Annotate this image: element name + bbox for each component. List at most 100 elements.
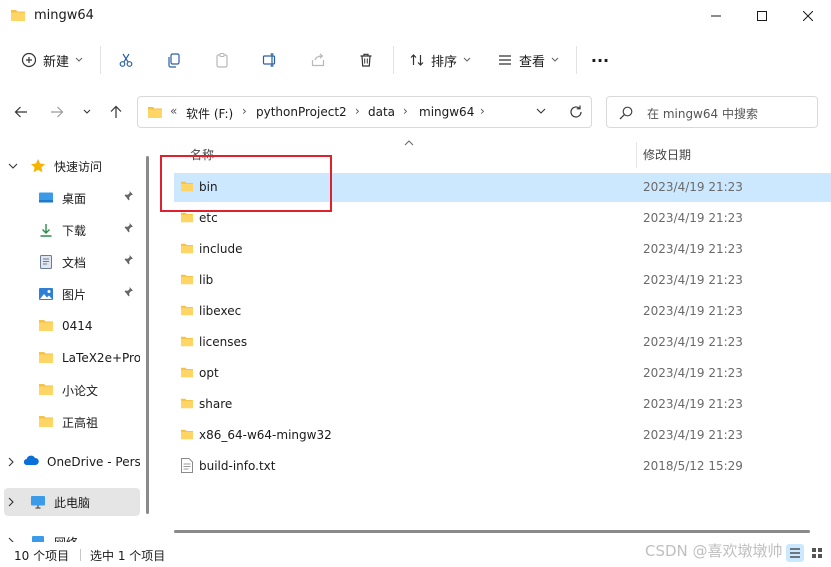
details-view-icon — [789, 547, 801, 559]
column-header-date[interactable]: 修改日期 — [643, 146, 691, 163]
file-row-licenses[interactable]: licenses 2023/4/19 21:23 — [174, 328, 831, 357]
view-button[interactable]: 查看 — [490, 44, 566, 76]
delete-button[interactable] — [350, 44, 382, 76]
details-view-button[interactable] — [786, 544, 804, 562]
folder-icon — [147, 105, 163, 119]
nav-item-pictures[interactable]: 图片 — [0, 280, 140, 308]
nav-onedrive[interactable]: OneDrive - Pers — [0, 448, 140, 476]
folder-icon — [180, 366, 194, 378]
file-date: 2018/5/12 15:29 — [643, 459, 743, 473]
rename-button[interactable] — [254, 44, 286, 76]
file-name: build-info.txt — [199, 459, 276, 473]
file-date: 2023/4/19 21:23 — [643, 304, 743, 318]
close-button[interactable] — [785, 0, 831, 32]
nav-quick-access[interactable]: 快速访问 — [0, 152, 140, 180]
nav-label: 小论文 — [62, 383, 99, 398]
file-row-include[interactable]: include 2023/4/19 21:23 — [174, 235, 831, 264]
file-date: 2023/4/19 21:23 — [643, 180, 743, 194]
pin-icon[interactable] — [122, 222, 134, 234]
file-date: 2023/4/19 21:23 — [643, 366, 743, 380]
watermark: CSDN @喜欢墩墩帅 — [645, 542, 783, 560]
maximize-button[interactable] — [739, 0, 785, 32]
trash-icon — [358, 52, 374, 68]
search-box[interactable]: 在 mingw64 中搜索 — [606, 96, 818, 128]
toolbar-divider — [100, 46, 101, 74]
nav-item-draft[interactable]: 正高祖 — [0, 408, 140, 436]
file-row-lib[interactable]: lib 2023/4/19 21:23 — [174, 266, 831, 295]
breadcrumb-drive[interactable]: 软件 (F:) — [186, 105, 233, 122]
folder-icon — [180, 242, 194, 254]
share-button[interactable] — [302, 44, 334, 76]
back-button[interactable] — [8, 98, 34, 126]
up-button[interactable] — [103, 98, 129, 126]
nav-item-desktop[interactable]: 桌面 — [0, 184, 140, 212]
pin-icon[interactable] — [122, 254, 134, 266]
file-row-build-info[interactable]: build-info.txt 2018/5/12 15:29 — [174, 452, 831, 481]
chevron-right-icon[interactable] — [8, 497, 22, 507]
file-name: opt — [199, 366, 219, 380]
search-placeholder: 在 mingw64 中搜索 — [647, 107, 758, 121]
nav-item-0414[interactable]: 0414 — [0, 312, 140, 340]
minimize-button[interactable] — [693, 0, 739, 32]
chevron-right-icon[interactable] — [8, 457, 15, 467]
nav-this-pc[interactable]: 此电脑 — [4, 488, 140, 516]
forward-button[interactable] — [44, 98, 70, 126]
breadcrumb-separator: › — [355, 104, 360, 118]
highlight-annotation — [160, 155, 332, 212]
item-count: 10 个项目 — [14, 549, 70, 563]
file-name: libexec — [199, 304, 242, 318]
file-row-x86-64-w64-mingw32[interactable]: x86_64-w64-mingw32 2023/4/19 21:23 — [174, 421, 831, 450]
text-file-icon — [181, 458, 193, 473]
column-divider[interactable] — [636, 142, 637, 168]
arrow-right-icon — [50, 105, 64, 119]
chevron-down-icon[interactable] — [536, 108, 546, 115]
rename-icon — [262, 52, 278, 68]
paste-button[interactable] — [206, 44, 238, 76]
new-label: 新建 — [42, 54, 69, 70]
folder-icon — [38, 350, 54, 366]
refresh-icon[interactable] — [568, 104, 584, 120]
chevron-down-icon[interactable] — [8, 163, 22, 170]
chevron-down-icon — [83, 109, 91, 115]
file-date: 2023/4/19 21:23 — [643, 428, 743, 442]
chevron-down-icon — [551, 57, 559, 63]
folder-icon — [10, 8, 26, 22]
view-list-icon — [497, 52, 513, 68]
breadcrumb-data[interactable]: data — [368, 105, 395, 119]
file-name: licenses — [199, 335, 248, 349]
nav-network[interactable]: 网络 — [0, 528, 140, 542]
file-row-libexec[interactable]: libexec 2023/4/19 21:23 — [174, 297, 831, 326]
thumbnail-view-button[interactable] — [808, 544, 826, 562]
breadcrumb-overflow[interactable]: « — [170, 104, 177, 118]
file-date: 2023/4/19 21:23 — [643, 335, 743, 349]
title-bar: mingw64 — [0, 0, 831, 32]
file-row-opt[interactable]: opt 2023/4/19 21:23 — [174, 359, 831, 388]
nav-item-downloads[interactable]: 下载 — [0, 216, 140, 244]
recent-locations-button[interactable] — [76, 98, 98, 126]
copy-button[interactable] — [158, 44, 190, 76]
address-bar[interactable]: « 软件 (F:) › pythonProject2 › data › ming… — [137, 96, 592, 128]
file-row-share[interactable]: share 2023/4/19 21:23 — [174, 390, 831, 419]
more-options-button[interactable]: ··· — [584, 44, 616, 76]
folder-icon — [180, 428, 194, 440]
nav-item-documents[interactable]: 文档 — [0, 248, 140, 276]
desktop-icon — [38, 190, 54, 206]
folder-icon — [180, 397, 194, 409]
cut-button[interactable] — [110, 44, 142, 76]
nav-label: 网络 — [54, 534, 78, 543]
nav-item-small-paper[interactable]: 小论文 — [0, 376, 140, 404]
breadcrumb-mingw64[interactable]: mingw64 — [419, 105, 474, 119]
nav-scrollbar[interactable] — [146, 156, 149, 514]
pin-icon[interactable] — [122, 286, 134, 298]
nav-label: 0414 — [62, 319, 93, 333]
pin-icon[interactable] — [122, 190, 134, 202]
share-icon — [310, 52, 326, 68]
document-icon — [38, 254, 54, 270]
sort-button[interactable]: 排序 — [402, 44, 478, 76]
folder-icon — [38, 382, 54, 398]
nav-item-latex[interactable]: LaTeX2e+Proc — [0, 344, 140, 372]
breadcrumb-pythonproject2[interactable]: pythonProject2 — [256, 105, 347, 119]
folder-icon — [180, 211, 194, 223]
horizontal-scrollbar[interactable] — [174, 530, 810, 533]
new-button[interactable]: 新建 — [14, 44, 90, 76]
